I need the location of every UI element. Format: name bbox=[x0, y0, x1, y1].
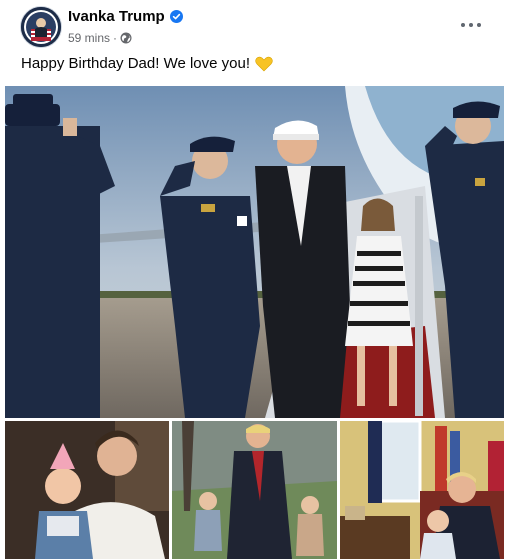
verified-badge-icon bbox=[169, 10, 183, 23]
author-name[interactable]: Ivanka Trump bbox=[68, 8, 165, 25]
post-photo-4[interactable] bbox=[340, 421, 504, 559]
post-meta: 59 mins · bbox=[68, 31, 132, 45]
post-message: Happy Birthday Dad! We love you! bbox=[21, 55, 251, 72]
yellow-heart-icon bbox=[255, 56, 273, 72]
meta-separator: · bbox=[113, 31, 118, 45]
post-text: Happy Birthday Dad! We love you! bbox=[21, 55, 273, 72]
author-avatar[interactable] bbox=[20, 6, 62, 48]
post-header: Ivanka Trump 59 mins · bbox=[0, 0, 509, 50]
post-photo-3[interactable] bbox=[172, 421, 337, 559]
post-photo-2[interactable] bbox=[5, 421, 169, 559]
post-photo-row bbox=[5, 421, 504, 559]
globe-icon[interactable] bbox=[120, 32, 132, 44]
more-options-icon[interactable] bbox=[453, 14, 489, 36]
post-timestamp[interactable]: 59 mins bbox=[68, 31, 110, 45]
author-line: Ivanka Trump bbox=[68, 8, 183, 25]
facebook-post-card: Ivanka Trump 59 mins · Happy Birthday Da… bbox=[0, 0, 509, 559]
post-photo-main[interactable] bbox=[5, 86, 504, 418]
